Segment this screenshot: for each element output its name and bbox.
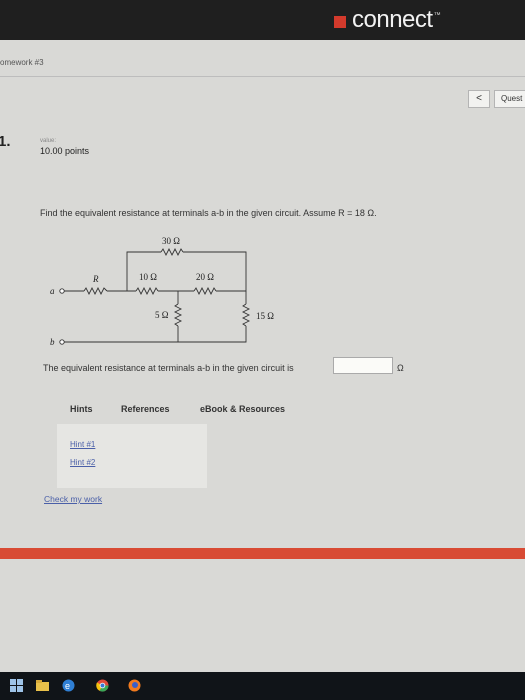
answer-unit: Ω bbox=[397, 363, 404, 373]
resistor-15 bbox=[241, 303, 251, 327]
brand-name: connect bbox=[352, 6, 433, 33]
connect-logo[interactable]: connect ™ bbox=[334, 6, 441, 34]
footer-accent-band bbox=[0, 548, 525, 559]
taskbar bbox=[0, 672, 525, 700]
value-label: value: bbox=[40, 138, 57, 144]
resistor-30 bbox=[160, 247, 184, 257]
wire bbox=[216, 266, 247, 292]
connect-logo-icon bbox=[334, 16, 346, 28]
wire bbox=[64, 326, 247, 343]
previous-question-button[interactable]: < bbox=[468, 90, 490, 108]
trademark: ™ bbox=[433, 11, 441, 19]
chrome-browser-icon[interactable] bbox=[96, 679, 109, 692]
label-a: a bbox=[50, 286, 55, 296]
circuit-diagram: 30 Ω R 10 Ω 20 Ω 5 Ω 15 Ω a b bbox=[50, 236, 274, 347]
wire bbox=[183, 251, 247, 266]
resistor-20 bbox=[193, 286, 217, 296]
label-15: 15 Ω bbox=[256, 311, 274, 321]
answer-prompt: The equivalent resistance at terminals a… bbox=[43, 363, 294, 373]
svg-text:e: e bbox=[65, 681, 70, 691]
label-10: 10 Ω bbox=[139, 272, 157, 282]
hint-1-link[interactable]: Hint #1 bbox=[70, 440, 95, 449]
edge-browser-icon[interactable]: e bbox=[62, 679, 75, 692]
firefox-browser-icon[interactable] bbox=[128, 679, 141, 692]
hint-2-link[interactable]: Hint #2 bbox=[70, 458, 95, 467]
hints-panel bbox=[57, 424, 207, 488]
label-5: 5 Ω bbox=[155, 310, 169, 320]
assignment-title: omework #3 bbox=[0, 58, 44, 67]
resistor-5 bbox=[173, 303, 183, 327]
label-r: R bbox=[92, 274, 99, 284]
question-points: 10.00 points bbox=[40, 146, 90, 156]
label-b: b bbox=[50, 337, 55, 347]
resistor-r bbox=[83, 286, 108, 296]
check-my-work-link[interactable]: Check my work bbox=[44, 494, 102, 504]
wire bbox=[126, 251, 161, 266]
terminal-b-node bbox=[59, 339, 65, 345]
start-icon[interactable] bbox=[10, 679, 23, 692]
tab-hints[interactable]: Hints bbox=[70, 404, 93, 414]
answer-input[interactable] bbox=[333, 357, 393, 374]
terminal-a-node bbox=[59, 288, 65, 294]
tab-references[interactable]: References bbox=[121, 404, 170, 414]
question-menu-button[interactable]: Quest bbox=[494, 90, 525, 108]
label-20: 20 Ω bbox=[196, 272, 214, 282]
resistor-10 bbox=[135, 286, 159, 296]
top-bar bbox=[0, 0, 525, 40]
question-number: 1. bbox=[0, 133, 11, 150]
question-prompt: Find the equivalent resistance at termin… bbox=[40, 208, 377, 218]
label-30: 30 Ω bbox=[162, 236, 180, 246]
file-explorer-icon[interactable] bbox=[36, 679, 49, 692]
divider bbox=[0, 76, 525, 77]
tab-ebook-resources[interactable]: eBook & Resources bbox=[200, 404, 285, 414]
